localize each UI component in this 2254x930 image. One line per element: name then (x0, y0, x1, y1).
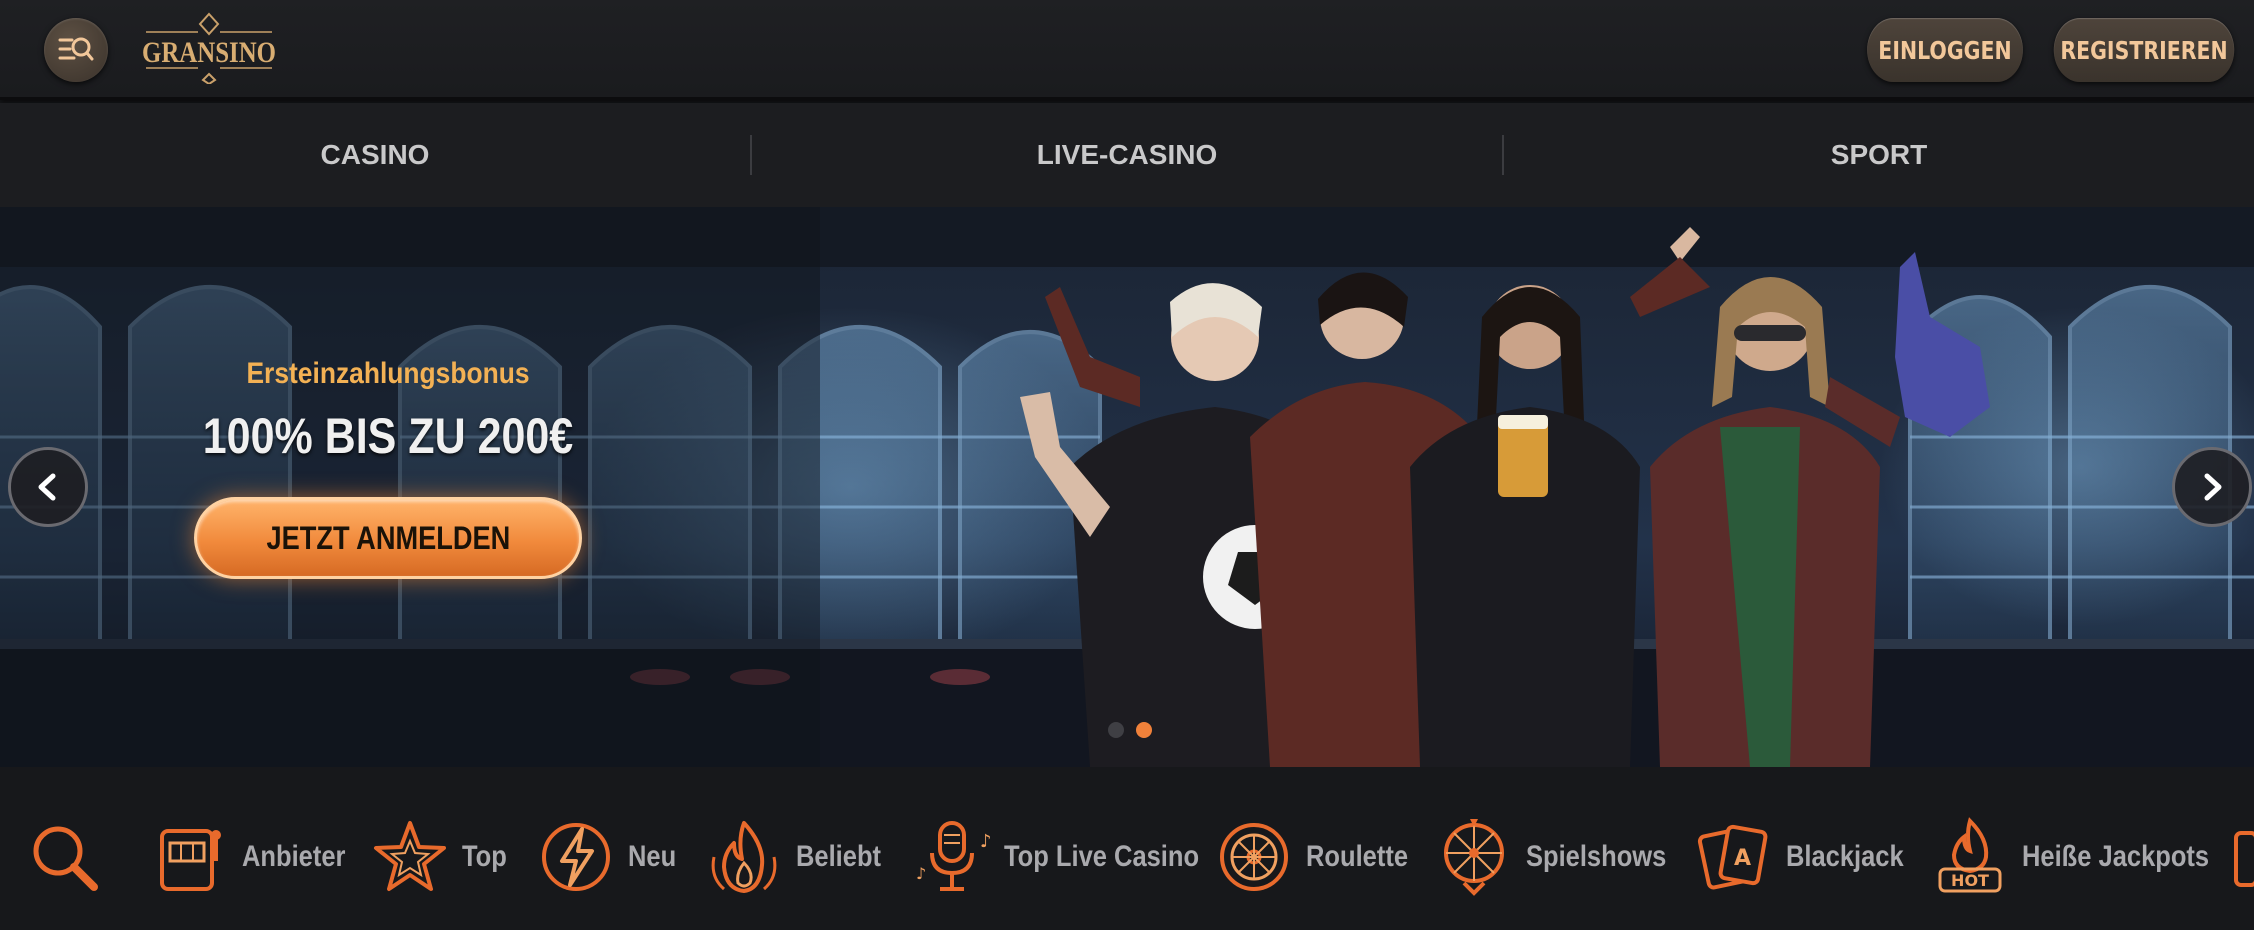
top-bar: GRANSINO EINLOGGEN REGISTRIEREN (0, 0, 2254, 100)
flame-icon (704, 817, 784, 897)
star-icon (370, 817, 450, 897)
slider-prev-button[interactable] (8, 447, 88, 527)
chevron-left-icon (38, 473, 56, 501)
category-search[interactable] (24, 817, 104, 897)
svg-text:♪: ♪ (916, 864, 926, 883)
tab-sport[interactable]: SPORT (1504, 103, 2254, 207)
category-bar: Anbieter Top Neu Beliebt ♪ ♪ Top Live Cas… (0, 767, 2254, 930)
category-roulette[interactable]: Roulette (1214, 817, 1426, 897)
tab-live-casino[interactable]: LIVE-CASINO (752, 103, 1502, 207)
category-label: Blackjack (1786, 840, 1904, 873)
category-heisse-jackpots[interactable]: HOT Heiße Jackpots (1930, 817, 2242, 897)
svg-text:♪: ♪ (980, 831, 992, 852)
svg-text:GRANSINO: GRANSINO (142, 36, 276, 69)
slider-next-button[interactable] (2172, 447, 2252, 527)
gransino-logo[interactable]: GRANSINO (138, 12, 280, 86)
category-more[interactable] (2230, 817, 2254, 897)
hot-icon: HOT (1930, 817, 2010, 897)
cut-off-icon (2230, 817, 2254, 897)
category-label: Top (462, 840, 507, 873)
bonus-subtitle: Ersteinzahlungsbonus (246, 357, 530, 390)
category-spielshows[interactable]: Spielshows (1434, 817, 1691, 897)
category-label: Neu (628, 840, 677, 873)
category-anbieter[interactable]: Anbieter (150, 817, 364, 897)
cards-icon: A (1694, 817, 1774, 897)
category-beliebt[interactable]: Beliebt (704, 817, 896, 897)
cta-label: JETZT ANMELDEN (266, 519, 510, 556)
bonus-title: 100% BIS ZU 200€ (202, 408, 574, 464)
category-top-live-casino[interactable]: ♪ ♪ Top Live Casino (912, 817, 1233, 897)
main-nav: CASINO LIVE-CASINO SPORT (0, 103, 2254, 207)
login-button[interactable]: EINLOGGEN (1867, 18, 2023, 82)
svg-text:A: A (1734, 846, 1751, 871)
category-neu[interactable]: Neu (536, 817, 685, 897)
slider-dot-1[interactable] (1108, 722, 1124, 738)
register-cta-button[interactable]: JETZT ANMELDEN (194, 497, 582, 579)
slider-dots (1108, 722, 1152, 738)
register-button[interactable]: REGISTRIEREN (2053, 18, 2235, 82)
menu-search-button[interactable] (44, 18, 108, 82)
chevron-right-icon (2204, 473, 2222, 501)
category-label: Anbieter (242, 840, 346, 873)
category-label: Top Live Casino (1004, 840, 1200, 873)
category-label: Spielshows (1526, 840, 1667, 873)
wheel-icon (1434, 817, 1514, 897)
microphone-icon: ♪ ♪ (912, 817, 992, 897)
lightning-icon (536, 817, 616, 897)
roulette-icon (1214, 817, 1294, 897)
category-label: Beliebt (796, 840, 882, 873)
search-icon (24, 817, 104, 897)
category-label: Heiße Jackpots (2022, 840, 2210, 873)
slider-dot-2[interactable] (1136, 722, 1152, 738)
tab-casino[interactable]: CASINO (0, 103, 750, 207)
category-label: Roulette (1306, 840, 1408, 873)
hero-banner[interactable]: Ersteinzahlungsbonus 100% BIS ZU 200€ JE… (0, 207, 2254, 767)
category-top[interactable]: Top (370, 817, 515, 897)
category-blackjack[interactable]: A Blackjack (1694, 817, 1924, 897)
hero-background-image (0, 207, 2254, 767)
svg-text:HOT: HOT (1951, 871, 1989, 890)
menu-search-icon (58, 37, 94, 61)
slot-machine-icon (150, 817, 230, 897)
